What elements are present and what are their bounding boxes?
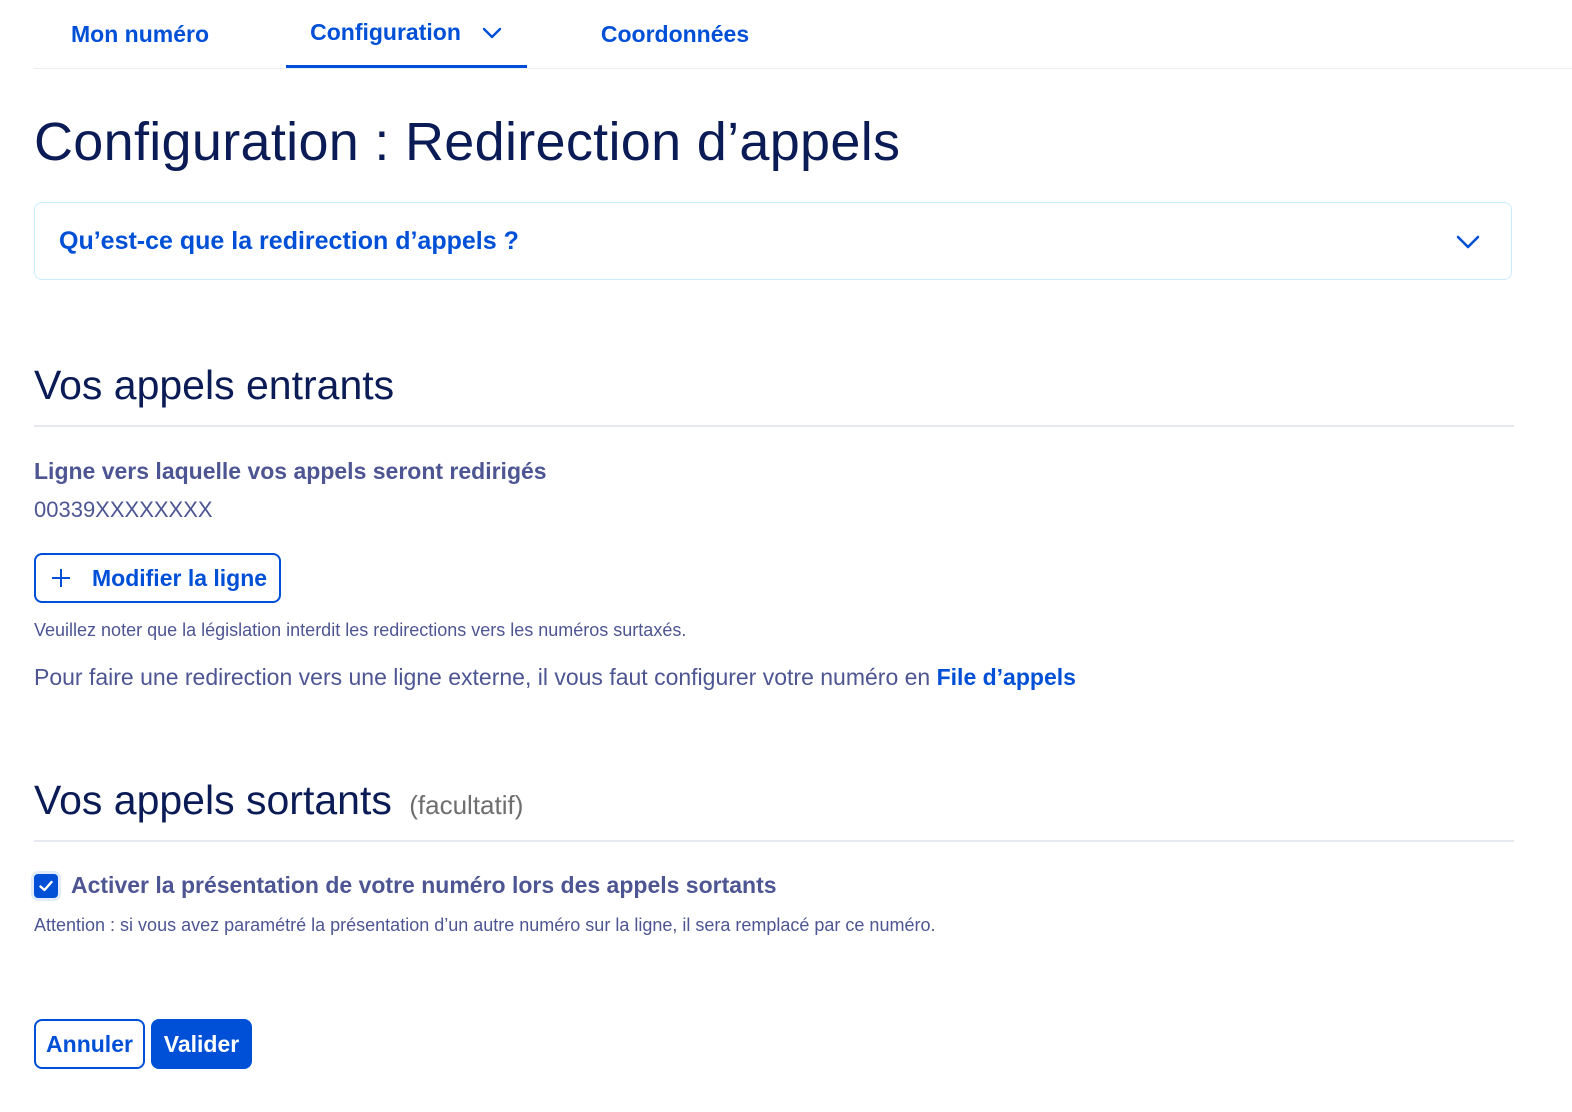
tab-bar: Mon numéro Configuration Coordonnées [34, 0, 1572, 69]
section-divider [34, 840, 1514, 842]
checkmark-icon [39, 880, 53, 891]
section-divider [34, 425, 1514, 427]
cancel-button[interactable]: Annuler [34, 1019, 145, 1069]
chevron-down-icon [482, 27, 502, 38]
page-title: Configuration : Redirection d’appels [34, 112, 901, 172]
accordion-label: Qu’est-ce que la redirection d’appels ? [59, 226, 519, 255]
tab-coordonnees[interactable]: Coordonnées [564, 0, 786, 68]
modify-line-label: Modifier la ligne [92, 564, 268, 591]
tab-mon-numero[interactable]: Mon numéro [34, 0, 246, 68]
tab-label: Coordonnées [600, 20, 750, 47]
external-redirect-prefix: Pour faire une redirection vers une lign… [34, 664, 937, 690]
outgoing-title-text: Vos appels sortants [34, 777, 392, 823]
outgoing-calls-title: Vos appels sortants (facultatif) [34, 775, 523, 830]
optional-tag: (facultatif) [409, 790, 524, 820]
caller-id-checkbox-label: Activer la présentation de votre numéro … [71, 872, 777, 898]
page: Mon numéro Configuration Coordonnées Con… [34, 0, 1572, 1069]
caller-id-checkbox[interactable] [34, 873, 58, 898]
redirect-line-value: 00339XXXXXXXX [34, 497, 213, 522]
tab-label: Mon numéro [71, 20, 209, 47]
external-redirect-text: Pour faire une redirection vers une lign… [34, 664, 1076, 691]
tab-label: Configuration [310, 19, 461, 45]
caller-id-warning: Attention : si vous avez paramétré la pr… [34, 915, 936, 935]
submit-button[interactable]: Valider [151, 1019, 252, 1069]
modify-line-button[interactable]: Modifier la ligne [34, 553, 282, 603]
faq-accordion[interactable]: Qu’est-ce que la redirection d’appels ? [34, 202, 1512, 280]
call-queue-link[interactable]: File d’appels [937, 664, 1076, 690]
incoming-calls-title: Vos appels entrants [34, 362, 395, 408]
tab-configuration[interactable]: Configuration [286, 0, 527, 68]
plus-icon [52, 569, 70, 587]
caller-id-checkbox-row[interactable]: Activer la présentation de votre numéro … [34, 872, 777, 899]
legal-note: Veuillez noter que la législation interd… [34, 620, 687, 640]
chevron-down-icon [1456, 235, 1480, 249]
redirect-line-label: Ligne vers laquelle vos appels seront re… [34, 458, 547, 484]
